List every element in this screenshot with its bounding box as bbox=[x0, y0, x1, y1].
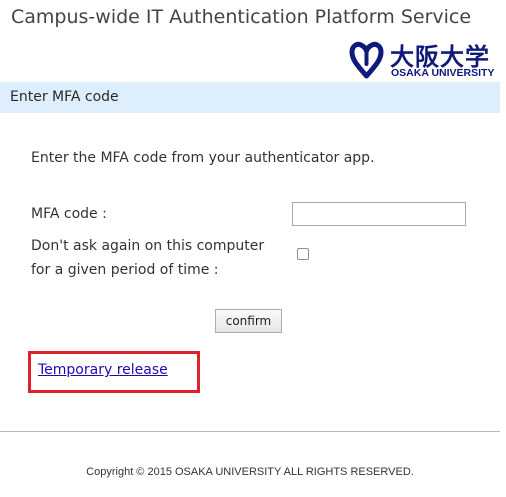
mfa-code-input[interactable] bbox=[292, 202, 466, 226]
logo-name-english: OSAKA UNIVERSITY bbox=[391, 67, 495, 79]
confirm-button[interactable]: confirm bbox=[215, 309, 282, 333]
remember-computer-label: Don't ask again on this computer for a g… bbox=[31, 234, 264, 282]
remember-computer-checkbox[interactable] bbox=[297, 248, 309, 260]
university-logo: 大阪大学 OSAKA UNIVERSITY bbox=[348, 39, 500, 81]
section-header-bar: Enter MFA code bbox=[0, 82, 500, 113]
remember-label-line-2: for a given period of time : bbox=[31, 262, 219, 278]
footer-divider bbox=[0, 431, 500, 432]
mfa-code-label: MFA code : bbox=[31, 206, 107, 222]
login-page: Campus-wide IT Authentication Platform S… bbox=[0, 0, 506, 497]
instructions-text: Enter the MFA code from your authenticat… bbox=[31, 150, 375, 166]
remember-label-line-1: Don't ask again on this computer bbox=[31, 238, 265, 254]
osaka-university-emblem-icon bbox=[349, 41, 384, 79]
temporary-release-link[interactable]: Temporary release bbox=[38, 362, 168, 378]
section-title: Enter MFA code bbox=[10, 89, 119, 105]
app-title: Campus-wide IT Authentication Platform S… bbox=[11, 6, 472, 28]
copyright-text: Copyright © 2015 OSAKA UNIVERSITY ALL RI… bbox=[86, 466, 414, 478]
